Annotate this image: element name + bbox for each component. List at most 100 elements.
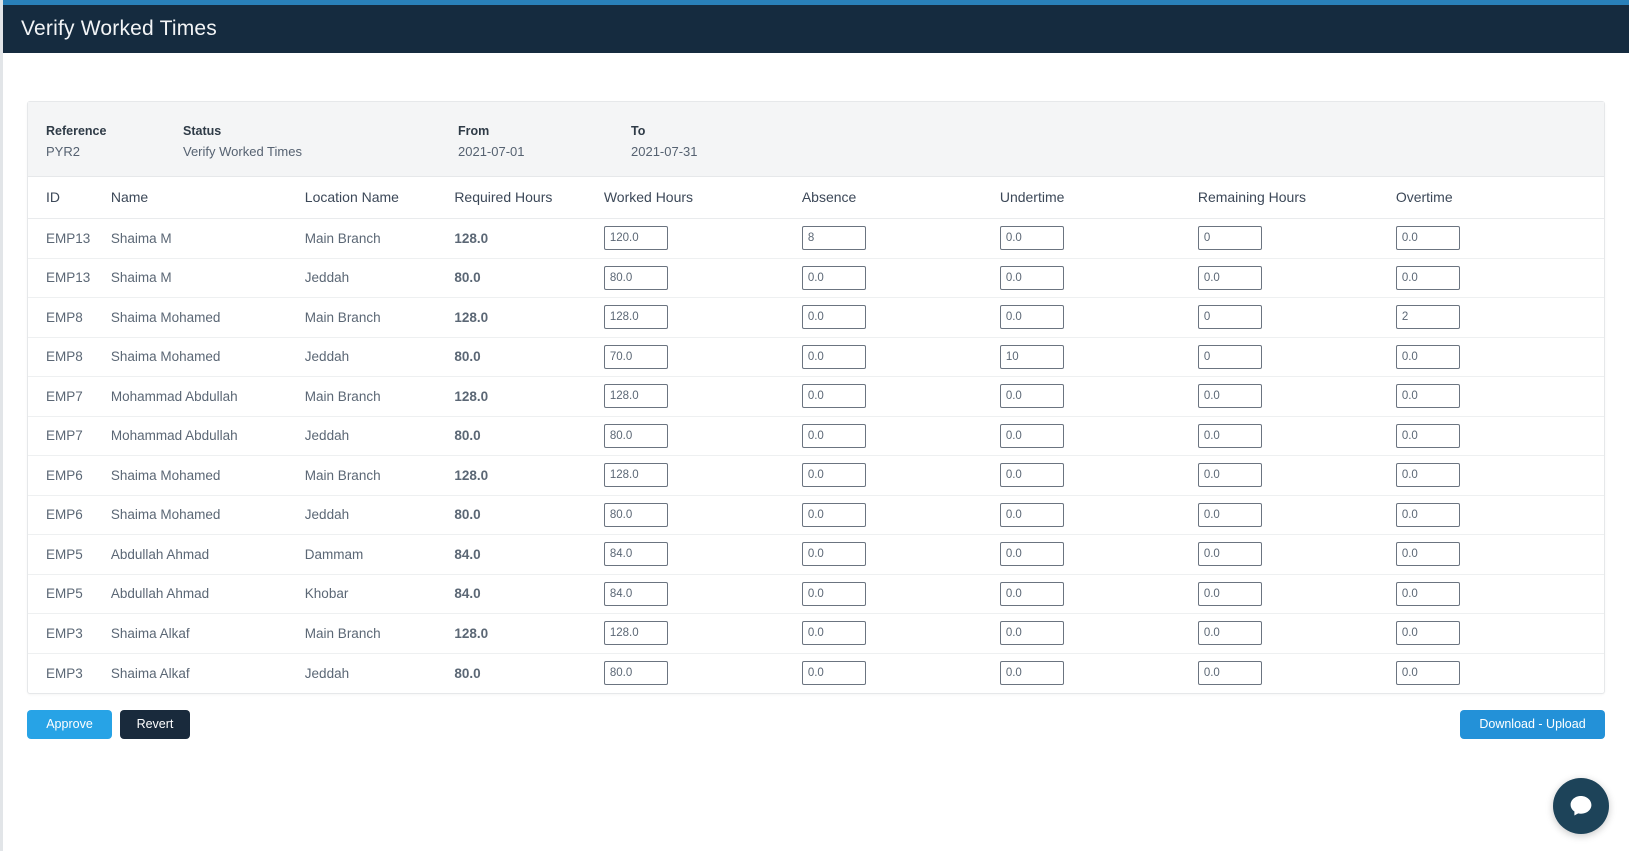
undertime-input-cell xyxy=(999,495,1198,535)
absence-input[interactable] xyxy=(801,542,866,567)
undertime-input[interactable] xyxy=(999,581,1064,606)
approve-button[interactable]: Approve xyxy=(27,710,112,739)
overtime-input[interactable] xyxy=(1395,423,1460,448)
remaining-hours-input[interactable] xyxy=(1197,542,1262,567)
worked-hours-input[interactable] xyxy=(603,423,668,448)
absence-input[interactable] xyxy=(801,305,866,330)
overtime-input[interactable] xyxy=(1395,502,1460,527)
remaining-hours-input[interactable] xyxy=(1197,621,1262,646)
location-name-cell: Main Branch xyxy=(304,455,455,496)
absence-input[interactable] xyxy=(801,226,866,251)
remaining-hours-input[interactable] xyxy=(1197,423,1262,448)
worked-hours-input[interactable] xyxy=(603,542,668,567)
remaining-hours-input[interactable] xyxy=(1197,581,1262,606)
worked-hours-input-cell xyxy=(603,653,802,693)
remaining-hours-input-cell xyxy=(1197,613,1396,654)
download-upload-button[interactable]: Download - Upload xyxy=(1460,710,1605,739)
remaining-hours-input-cell xyxy=(1197,574,1396,614)
overtime-input-cell xyxy=(1395,495,1604,535)
table-header-row: ID Name Location Name Required Hours Wor… xyxy=(28,177,1604,219)
worked-hours-input-cell xyxy=(603,495,802,535)
undertime-input[interactable] xyxy=(999,265,1064,290)
remaining-hours-input[interactable] xyxy=(1197,384,1262,409)
remaining-hours-input[interactable] xyxy=(1197,305,1262,330)
overtime-input[interactable] xyxy=(1395,581,1460,606)
remaining-hours-input-cell xyxy=(1197,653,1396,693)
remaining-hours-input-cell xyxy=(1197,258,1396,298)
overtime-input[interactable] xyxy=(1395,542,1460,567)
worked-hours-input[interactable] xyxy=(603,581,668,606)
undertime-input[interactable] xyxy=(999,621,1064,646)
worked-hours-input[interactable] xyxy=(603,502,668,527)
worked-hours-input[interactable] xyxy=(603,621,668,646)
undertime-input[interactable] xyxy=(999,661,1064,685)
overtime-input[interactable] xyxy=(1395,661,1460,685)
undertime-input[interactable] xyxy=(999,384,1064,409)
undertime-input[interactable] xyxy=(999,226,1064,251)
worked-hours-input-cell xyxy=(603,376,802,417)
location-name-cell: Jeddah xyxy=(304,337,455,377)
absence-input[interactable] xyxy=(801,384,866,409)
absence-input[interactable] xyxy=(801,463,866,488)
overtime-input[interactable] xyxy=(1395,344,1460,369)
absence-input[interactable] xyxy=(801,661,866,685)
worked-hours-input[interactable] xyxy=(603,344,668,369)
absence-input-cell xyxy=(801,455,1000,496)
absence-input[interactable] xyxy=(801,423,866,448)
overtime-input[interactable] xyxy=(1395,384,1460,409)
worked-hours-input-cell xyxy=(603,258,802,298)
undertime-input-cell xyxy=(999,258,1198,298)
undertime-input[interactable] xyxy=(999,305,1064,330)
employee-name-cell: Shaima Mohamed xyxy=(110,495,305,535)
worked-hours-input[interactable] xyxy=(603,463,668,488)
table-row: EMP3 Shaima Alkaf Jeddah 80.0 xyxy=(28,653,1604,693)
column-header-overtime: Overtime xyxy=(1395,177,1604,219)
remaining-hours-input[interactable] xyxy=(1197,502,1262,527)
remaining-hours-input[interactable] xyxy=(1197,265,1262,290)
worked-hours-input[interactable] xyxy=(603,226,668,251)
action-bar-left: Approve Revert xyxy=(27,710,190,739)
from-value: 2021-07-01 xyxy=(458,144,525,159)
undertime-input-cell xyxy=(999,218,1198,259)
absence-input[interactable] xyxy=(801,581,866,606)
undertime-input[interactable] xyxy=(999,423,1064,448)
page-body: Reference PYR2 Status Verify Worked Time… xyxy=(3,53,1629,776)
remaining-hours-input-cell xyxy=(1197,376,1396,417)
column-header-required-hours: Required Hours xyxy=(454,177,604,219)
table-row: EMP7 Mohammad Abdullah Jeddah 80.0 xyxy=(28,416,1604,456)
status-label: Status xyxy=(183,124,222,138)
chat-bubble-icon[interactable] xyxy=(1553,778,1609,834)
employee-name-cell: Shaima Mohamed xyxy=(110,455,305,496)
remaining-hours-input[interactable] xyxy=(1197,226,1262,251)
worked-hours-input-cell xyxy=(603,455,802,496)
remaining-hours-input[interactable] xyxy=(1197,344,1262,369)
undertime-input[interactable] xyxy=(999,502,1064,527)
absence-input[interactable] xyxy=(801,265,866,290)
location-name-cell: Dammam xyxy=(304,534,455,575)
overtime-input[interactable] xyxy=(1395,226,1460,251)
undertime-input[interactable] xyxy=(999,463,1064,488)
absence-input[interactable] xyxy=(801,344,866,369)
employee-id-cell: EMP8 xyxy=(28,297,111,338)
overtime-input[interactable] xyxy=(1395,463,1460,488)
undertime-input[interactable] xyxy=(999,542,1064,567)
overtime-input[interactable] xyxy=(1395,265,1460,290)
overtime-input-cell xyxy=(1395,258,1604,298)
worked-hours-input[interactable] xyxy=(603,661,668,685)
absence-input[interactable] xyxy=(801,621,866,646)
worked-hours-input[interactable] xyxy=(603,305,668,330)
remaining-hours-input[interactable] xyxy=(1197,463,1262,488)
remaining-hours-input[interactable] xyxy=(1197,661,1262,685)
worked-hours-input[interactable] xyxy=(603,384,668,409)
overtime-input[interactable] xyxy=(1395,621,1460,646)
employee-id-cell: EMP8 xyxy=(28,337,111,377)
absence-input[interactable] xyxy=(801,502,866,527)
overtime-input[interactable] xyxy=(1395,305,1460,330)
absence-input-cell xyxy=(801,534,1000,575)
worked-hours-input[interactable] xyxy=(603,265,668,290)
summary-field-status: Status Verify Worked Times xyxy=(183,124,458,159)
revert-button[interactable]: Revert xyxy=(120,710,190,739)
overtime-input-cell xyxy=(1395,455,1604,496)
undertime-input[interactable] xyxy=(999,344,1064,369)
table-row: EMP3 Shaima Alkaf Main Branch 128.0 xyxy=(28,613,1604,654)
